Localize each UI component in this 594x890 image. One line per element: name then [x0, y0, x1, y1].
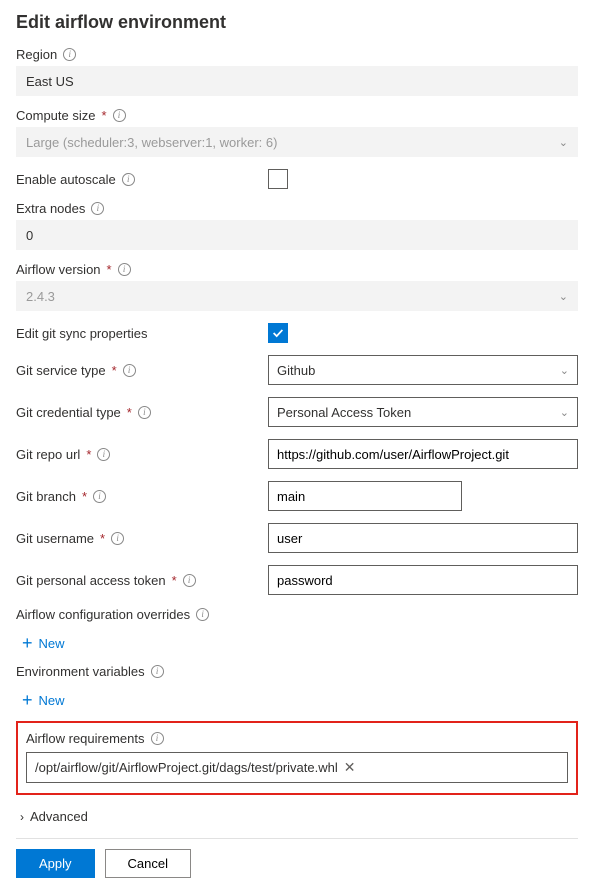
required-mark: * [127, 405, 132, 420]
info-icon[interactable]: i [93, 490, 106, 503]
add-config-override-button[interactable]: + New [16, 634, 65, 652]
close-icon[interactable]: ✕ [344, 759, 356, 776]
add-new-label: New [39, 636, 65, 651]
required-mark: * [107, 262, 112, 277]
info-icon[interactable]: i [151, 732, 164, 745]
enable-autoscale-label: Enable autoscale [16, 172, 116, 187]
required-mark: * [82, 489, 87, 504]
git-branch-label: Git branch [16, 489, 76, 504]
enable-autoscale-checkbox[interactable] [268, 169, 288, 189]
info-icon[interactable]: i [123, 364, 136, 377]
info-icon[interactable]: i [138, 406, 151, 419]
env-vars-label: Environment variables [16, 664, 145, 679]
region-label: Region [16, 47, 57, 62]
required-mark: * [112, 363, 117, 378]
cancel-button[interactable]: Cancel [105, 849, 191, 878]
git-service-type-select[interactable]: Github ⌄ [268, 355, 578, 385]
required-mark: * [100, 531, 105, 546]
chevron-down-icon: ⌄ [559, 290, 568, 303]
info-icon[interactable]: i [151, 665, 164, 678]
info-icon[interactable]: i [122, 173, 135, 186]
airflow-version-label: Airflow version [16, 262, 101, 277]
advanced-toggle[interactable]: › Advanced [16, 809, 578, 824]
git-credential-type-value: Personal Access Token [277, 405, 411, 420]
config-overrides-label: Airflow configuration overrides [16, 607, 190, 622]
add-env-var-button[interactable]: + New [16, 691, 65, 709]
git-service-type-label: Git service type [16, 363, 106, 378]
info-icon[interactable]: i [113, 109, 126, 122]
airflow-requirements-highlight: Airflow requirements i /opt/airflow/git/… [16, 721, 578, 795]
extra-nodes-label: Extra nodes [16, 201, 85, 216]
git-service-type-value: Github [277, 363, 315, 378]
chevron-right-icon: › [20, 810, 24, 824]
required-mark: * [86, 447, 91, 462]
plus-icon: + [22, 691, 33, 709]
info-icon[interactable]: i [63, 48, 76, 61]
apply-button[interactable]: Apply [16, 849, 95, 878]
requirement-tag-text: /opt/airflow/git/AirflowProject.git/dags… [35, 760, 338, 775]
git-repo-url-input[interactable] [268, 439, 578, 469]
git-branch-input[interactable] [268, 481, 462, 511]
git-sync-checkbox[interactable] [268, 323, 288, 343]
compute-size-label: Compute size [16, 108, 95, 123]
info-icon[interactable]: i [196, 608, 209, 621]
region-input[interactable] [16, 66, 578, 96]
git-credential-type-select[interactable]: Personal Access Token ⌄ [268, 397, 578, 427]
chevron-down-icon: ⌄ [560, 406, 569, 419]
git-pat-input[interactable] [268, 565, 578, 595]
info-icon[interactable]: i [91, 202, 104, 215]
page-title: Edit airflow environment [16, 12, 578, 33]
chevron-down-icon: ⌄ [560, 364, 569, 377]
airflow-version-value: 2.4.3 [26, 289, 55, 304]
git-pat-label: Git personal access token [16, 573, 166, 588]
compute-size-select: Large (scheduler:3, webserver:1, worker:… [16, 127, 578, 157]
required-mark: * [101, 108, 106, 123]
info-icon[interactable]: i [97, 448, 110, 461]
info-icon[interactable]: i [118, 263, 131, 276]
git-credential-type-label: Git credential type [16, 405, 121, 420]
plus-icon: + [22, 634, 33, 652]
git-username-label: Git username [16, 531, 94, 546]
git-username-input[interactable] [268, 523, 578, 553]
git-repo-url-label: Git repo url [16, 447, 80, 462]
check-icon [271, 326, 285, 340]
chevron-down-icon: ⌄ [559, 136, 568, 149]
extra-nodes-input[interactable] [16, 220, 578, 250]
required-mark: * [172, 573, 177, 588]
advanced-label: Advanced [30, 809, 88, 824]
separator [16, 838, 578, 839]
git-sync-label: Edit git sync properties [16, 326, 148, 341]
add-new-label: New [39, 693, 65, 708]
airflow-requirements-label: Airflow requirements [26, 731, 145, 746]
info-icon[interactable]: i [111, 532, 124, 545]
compute-size-value: Large (scheduler:3, webserver:1, worker:… [26, 135, 277, 150]
info-icon[interactable]: i [183, 574, 196, 587]
airflow-version-select: 2.4.3 ⌄ [16, 281, 578, 311]
airflow-requirements-input[interactable]: /opt/airflow/git/AirflowProject.git/dags… [26, 752, 568, 783]
